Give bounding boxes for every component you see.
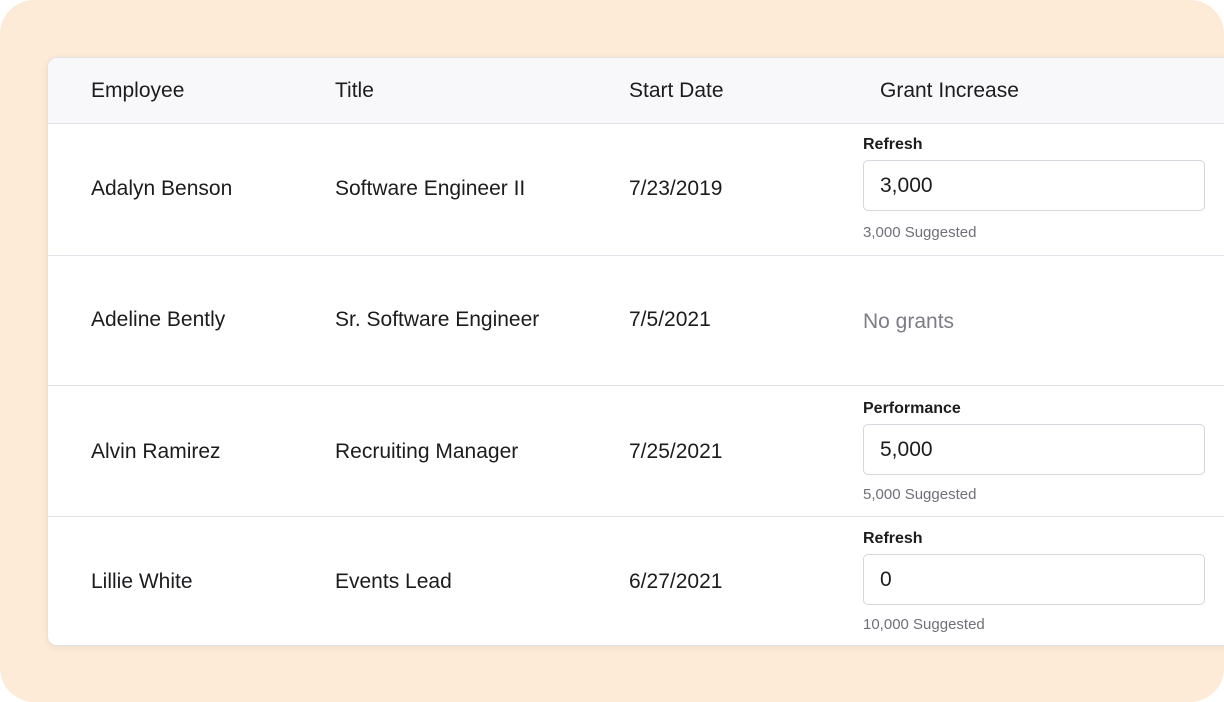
grant-amount-input[interactable] <box>863 160 1205 211</box>
grant-type-label: Performance <box>863 400 961 417</box>
table-header: Employee Title Start Date Grant Increase <box>48 58 1224 124</box>
employee-title: Sr. Software Engineer <box>335 308 540 331</box>
table-row: Alvin Ramirez Recruiting Manager 7/25/20… <box>48 386 1224 517</box>
grant-type-label: Refresh <box>863 530 923 547</box>
column-header-employee[interactable]: Employee <box>91 58 184 123</box>
employee-title: Events Lead <box>335 570 452 593</box>
start-date: 7/23/2019 <box>629 177 723 200</box>
employee-name: Alvin Ramirez <box>91 440 221 463</box>
suggested-amount: 5,000 Suggested <box>863 486 977 503</box>
employee-name: Lillie White <box>91 570 193 593</box>
start-date: 7/25/2021 <box>629 440 723 463</box>
column-header-title[interactable]: Title <box>335 58 374 123</box>
employee-title: Recruiting Manager <box>335 440 519 463</box>
table-row: Adalyn Benson Software Engineer II 7/23/… <box>48 124 1224 256</box>
grant-type-label: Refresh <box>863 136 923 153</box>
start-date: 7/5/2021 <box>629 308 711 331</box>
backdrop: Employee Title Start Date Grant Increase… <box>0 0 1224 702</box>
suggested-amount: 10,000 Suggested <box>863 616 985 633</box>
suggested-amount: 3,000 Suggested <box>863 224 977 241</box>
no-grants-text: No grants <box>863 310 955 333</box>
employee-name: Adeline Bently <box>91 308 226 331</box>
table-row: Adeline Bently Sr. Software Engineer 7/5… <box>48 256 1224 386</box>
grant-amount-input[interactable] <box>863 424 1205 475</box>
employee-name: Adalyn Benson <box>91 177 233 200</box>
employee-title: Software Engineer II <box>335 177 526 200</box>
column-header-grant-increase[interactable]: Grant Increase <box>880 58 1019 123</box>
start-date: 6/27/2021 <box>629 570 723 593</box>
grants-table: Employee Title Start Date Grant Increase… <box>47 57 1224 646</box>
grant-amount-input[interactable] <box>863 554 1205 605</box>
table-row: Lillie White Events Lead 6/27/2021 Refre… <box>48 517 1224 645</box>
column-header-start-date[interactable]: Start Date <box>629 58 724 123</box>
